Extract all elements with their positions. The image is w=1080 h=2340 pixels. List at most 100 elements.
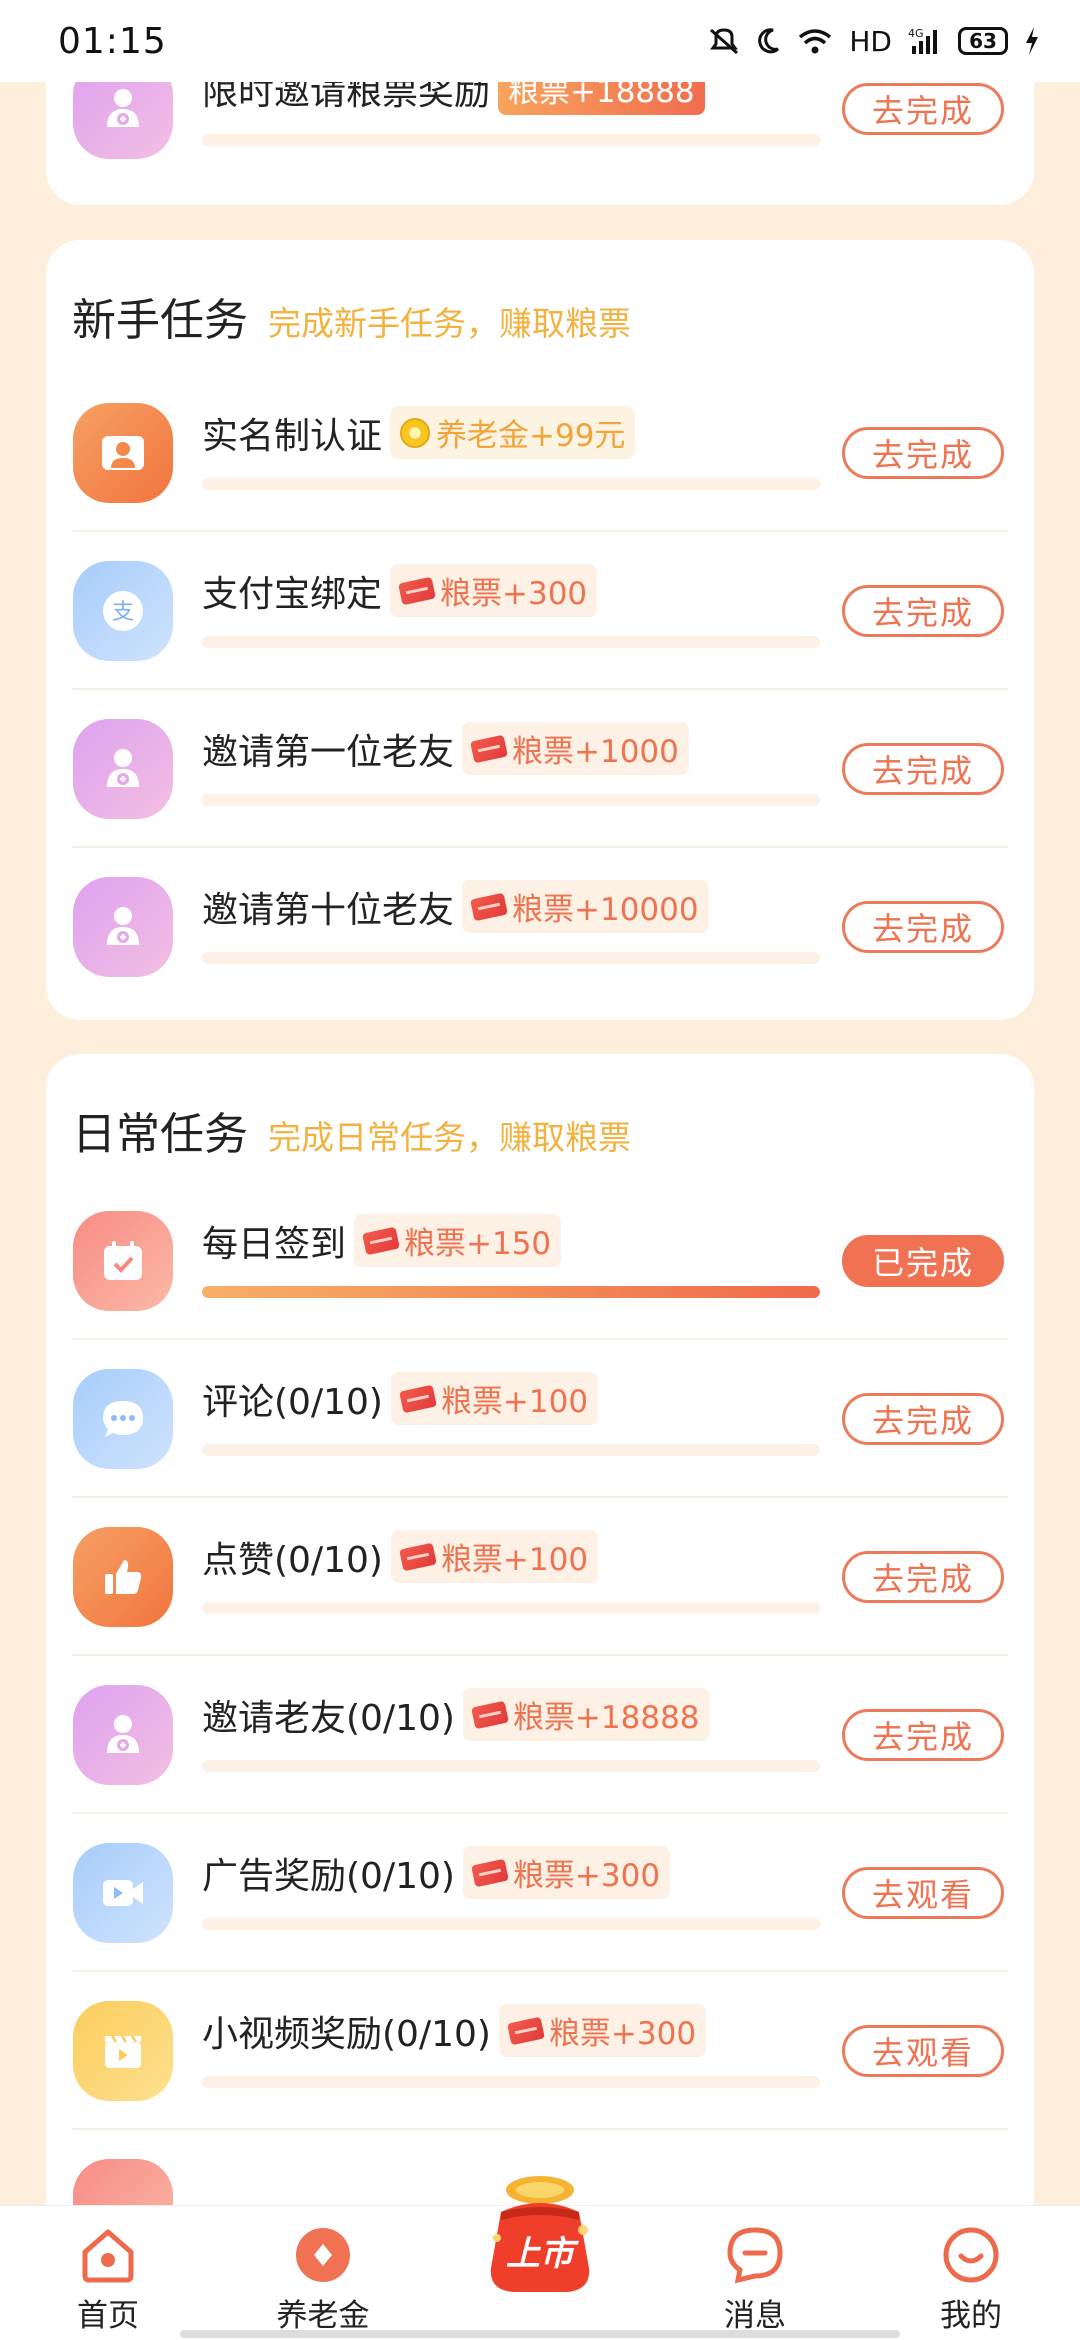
- reward-badge: 粮票+300: [498, 2004, 707, 2057]
- reward-badge: 粮票+1000: [462, 722, 689, 775]
- reward-badge: 粮票+10000: [462, 880, 709, 933]
- reward-badge: 粮票+300: [390, 564, 598, 617]
- status-bar: 01:15 HD 4G 63: [0, 0, 1080, 82]
- go-watch-button[interactable]: 去观看: [842, 1867, 1004, 1919]
- go-complete-button[interactable]: 去完成: [842, 1393, 1004, 1445]
- ticket-icon: [507, 2016, 545, 2045]
- tab-pension[interactable]: 养老金: [248, 2206, 398, 2340]
- alipay-icon: 支: [73, 561, 173, 661]
- section-header: 日常任务 完成日常任务，赚取粮票: [72, 1098, 631, 1162]
- go-complete-button[interactable]: 去完成: [842, 83, 1004, 135]
- progress-bar: [202, 478, 820, 490]
- ticket-icon: [470, 734, 508, 763]
- task-name: 小视频奖励(0/10): [202, 2013, 491, 2055]
- reward-text: 粮票+100: [440, 1384, 589, 1420]
- task-row: 评论(0/10) 粮票+100 去完成: [46, 1340, 1034, 1498]
- ticket-icon: [470, 892, 508, 921]
- ticket-icon: [362, 1226, 400, 1255]
- section-title: 新手任务: [72, 295, 248, 346]
- newbie-tasks-card: 新手任务 完成新手任务，赚取粮票 实名制认证 养老金+99元 去完成 支 支付宝…: [46, 240, 1034, 1020]
- network-label: HD: [849, 24, 892, 58]
- listing-label: 上市: [506, 2234, 574, 2274]
- completed-button[interactable]: 已完成: [842, 1235, 1004, 1287]
- section-title: 日常任务: [72, 1109, 248, 1160]
- svg-text:支: 支: [112, 600, 134, 625]
- comment-icon: [73, 1369, 173, 1469]
- reward-badge: 粮票+150: [354, 1214, 562, 1267]
- go-complete-button[interactable]: 去完成: [842, 901, 1004, 953]
- task-title: 点赞(0/10) 粮票+100: [202, 1530, 599, 1583]
- go-complete-button[interactable]: 去完成: [842, 427, 1004, 479]
- progress-bar: [202, 636, 820, 648]
- clapperboard-icon: [73, 2001, 173, 2101]
- section-subtitle: 完成日常任务，赚取粮票: [268, 1118, 631, 1157]
- task-title: 实名制认证 养老金+99元: [202, 406, 636, 459]
- invite-friend-icon: [73, 1685, 173, 1785]
- reward-badge: 粮票+18888: [462, 1688, 710, 1741]
- reward-text: 粮票+18888: [512, 1700, 700, 1736]
- task-row: 广告奖励(0/10) 粮票+300 去观看: [46, 1814, 1034, 1972]
- go-complete-button[interactable]: 去完成: [842, 1551, 1004, 1603]
- tab-home[interactable]: 首页: [33, 2206, 183, 2340]
- task-row: 每日签到 粮票+150 已完成: [46, 1182, 1034, 1340]
- status-time: 01:15: [58, 20, 167, 62]
- ticket-icon: [471, 1858, 509, 1887]
- go-complete-button[interactable]: 去完成: [842, 743, 1004, 795]
- reward-text: 粮票+10000: [512, 892, 699, 928]
- task-title: 广告奖励(0/10) 粮票+300: [202, 1846, 671, 1899]
- task-name: 每日签到: [202, 1223, 347, 1265]
- progress-bar: [202, 794, 820, 806]
- reward-badge: 养老金+99元: [390, 406, 636, 459]
- progress-bar: [202, 2076, 820, 2088]
- moon-icon: [757, 27, 781, 55]
- task-row: 支 支付宝绑定 粮票+300 去完成: [46, 532, 1034, 690]
- listing-button[interactable]: 上市: [475, 2172, 605, 2302]
- task-row: 实名制认证 养老金+99元 去完成: [46, 374, 1034, 532]
- task-row: 小视频奖励(0/10) 粮票+300 去观看: [46, 1972, 1034, 2130]
- section-subtitle: 完成新手任务，赚取粮票: [268, 304, 631, 343]
- task-title: 小视频奖励(0/10) 粮票+300: [202, 2004, 707, 2057]
- profile-icon: [942, 2226, 1000, 2288]
- go-watch-button[interactable]: 去观看: [842, 2025, 1004, 2077]
- daily-tasks-card: 日常任务 完成日常任务，赚取粮票 每日签到 粮票+150 已完成 评论(0/10…: [46, 1054, 1034, 2340]
- tab-mine[interactable]: 我的: [896, 2206, 1046, 2340]
- tab-label: 消息: [724, 2298, 786, 2334]
- progress-bar: [202, 1286, 820, 1298]
- invite-friend-icon: [73, 719, 173, 819]
- battery-icon: 63: [958, 27, 1008, 55]
- progress-bar: [202, 1760, 820, 1772]
- cell-signal-icon: 4G: [908, 26, 942, 56]
- task-name: 邀请第十位老友: [202, 889, 455, 931]
- progress-bar: [202, 1444, 820, 1456]
- task-name: 支付宝绑定: [202, 573, 383, 615]
- task-title: 邀请第一位老友 粮票+1000: [202, 722, 689, 775]
- progress-bar: [202, 952, 820, 964]
- go-complete-button[interactable]: 去完成: [842, 585, 1004, 637]
- ticket-icon: [471, 1700, 509, 1729]
- home-icon: [79, 2226, 137, 2288]
- progress-bar: [202, 1918, 820, 1930]
- reward-text: 粮票+300: [548, 2016, 697, 2052]
- reward-text: 粮票+100: [440, 1542, 589, 1578]
- task-name: 评论(0/10): [202, 1381, 383, 1423]
- charging-icon: [1024, 26, 1040, 56]
- tab-message[interactable]: 消息: [680, 2206, 830, 2340]
- tab-label: 我的: [940, 2298, 1002, 2334]
- ticket-icon: [399, 1542, 437, 1571]
- task-name: 邀请老友(0/10): [202, 1697, 455, 1739]
- reward-text: 粮票+1000: [512, 734, 679, 770]
- task-name: 广告奖励(0/10): [202, 1855, 455, 1897]
- reward-text: 养老金+99元: [436, 418, 626, 454]
- video-camera-icon: [73, 1843, 173, 1943]
- go-complete-button[interactable]: 去完成: [842, 1709, 1004, 1761]
- progress-bar: [202, 1602, 820, 1614]
- thumbs-up-icon: [73, 1527, 173, 1627]
- task-name: 实名制认证: [202, 415, 383, 457]
- tab-label: 首页: [77, 2298, 139, 2334]
- calendar-check-icon: [73, 1211, 173, 1311]
- task-title: 每日签到 粮票+150: [202, 1214, 562, 1267]
- task-title: 邀请第十位老友 粮票+10000: [202, 880, 709, 933]
- task-title: 支付宝绑定 粮票+300: [202, 564, 598, 617]
- home-indicator: [180, 2330, 900, 2338]
- invite-friend-icon: [73, 877, 173, 977]
